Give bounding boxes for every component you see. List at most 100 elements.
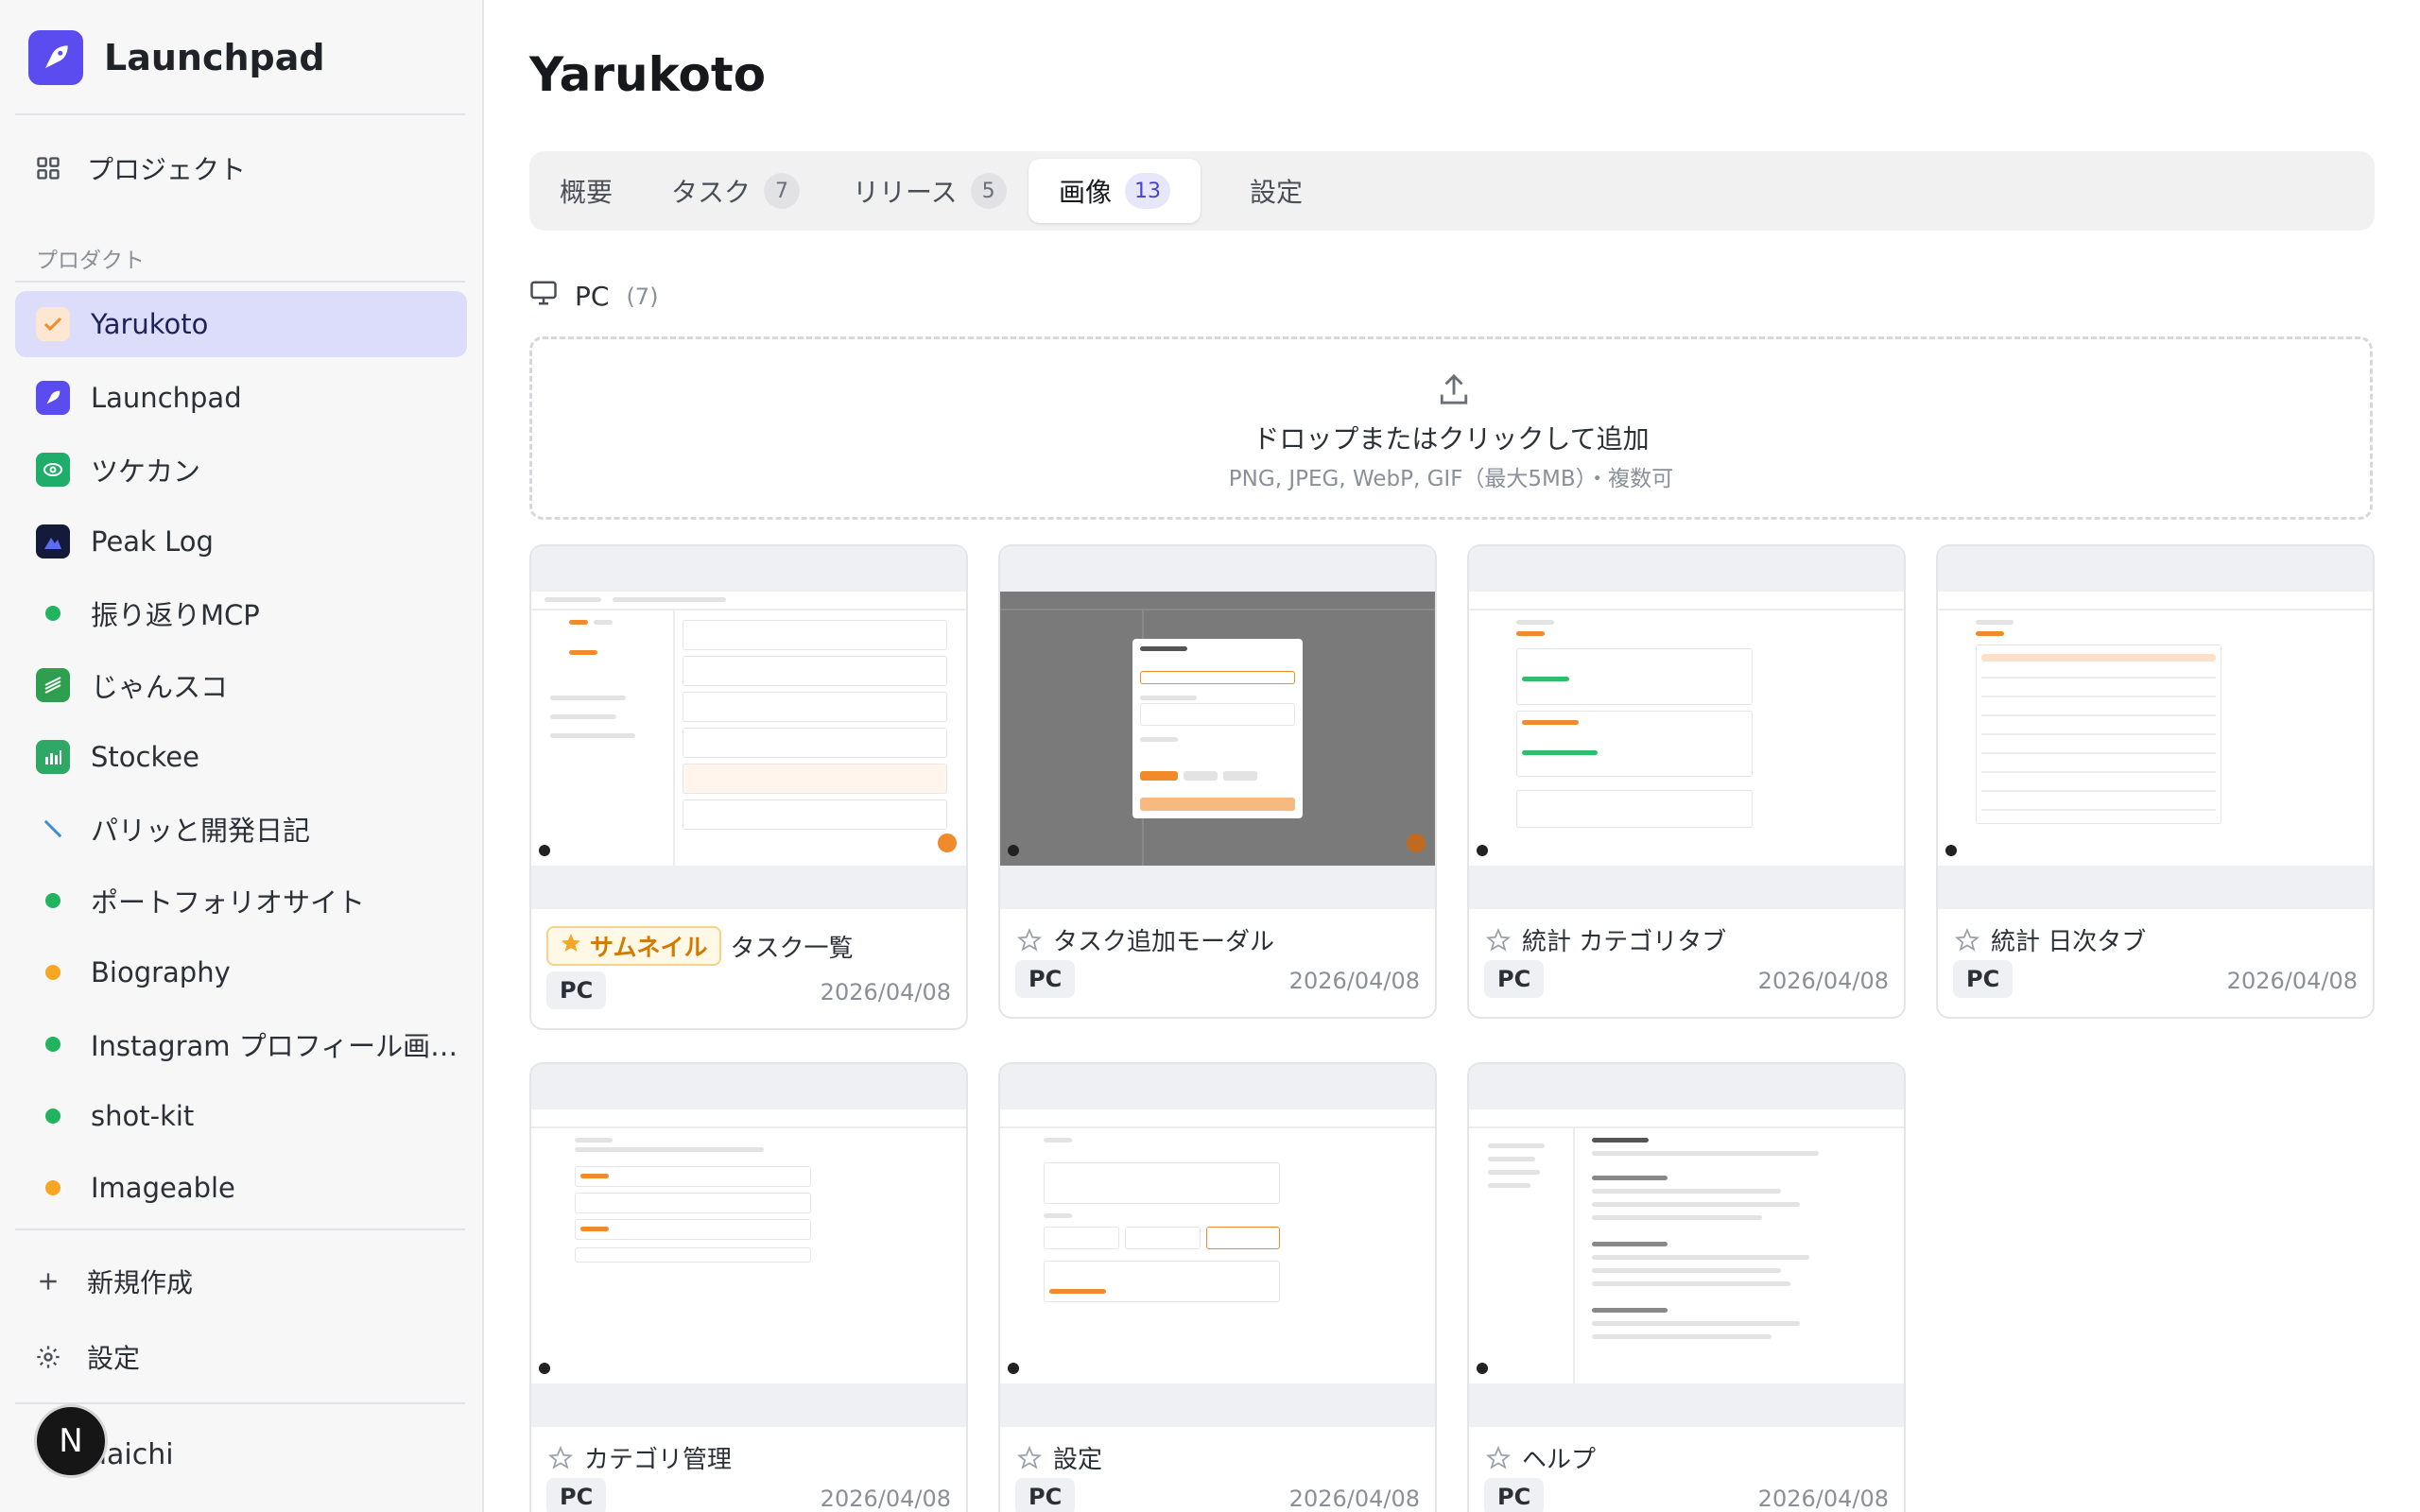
tab-releases[interactable]: リリース 5 [822, 159, 1037, 223]
image-thumbnail[interactable] [1000, 546, 1435, 909]
sidebar-item-jansco[interactable]: じゃんスコ [15, 652, 467, 718]
brand-name: Launchpad [104, 37, 325, 78]
new-project-button[interactable]: 新規作成 [34, 1263, 193, 1300]
sidebar-item-tsukekan[interactable]: ツケカン [15, 437, 467, 503]
brand[interactable]: Launchpad [28, 30, 325, 85]
screenshot-preview [1000, 1109, 1435, 1383]
tab-overview[interactable]: 概要 [529, 159, 643, 223]
star-outline-icon[interactable] [1484, 1444, 1512, 1472]
thumbnail-badge[interactable]: サムネイル [546, 926, 721, 966]
image-thumbnail[interactable] [1000, 1064, 1435, 1427]
card-date: 2026/04/08 [2226, 968, 2358, 994]
sidebar-item-paritto[interactable]: パリッと開発日記 [15, 796, 467, 862]
sidebar-item-instagram[interactable]: Instagram プロフィール画… [15, 1011, 467, 1077]
sidebar-item-label: ツケカン [91, 455, 201, 488]
new-project-label: 新規作成 [87, 1267, 194, 1298]
nav-projects[interactable]: プロジェクト [34, 149, 246, 187]
tab-label: 概要 [560, 177, 614, 208]
card-title-row: タスク追加モーダル [1015, 922, 1274, 957]
sidebar-item-label: Yarukoto [91, 308, 209, 340]
sidebar-item-furikaeri-mcp[interactable]: 振り返りMCP [15, 580, 467, 646]
sidebar-item-stockee[interactable]: Stockee [15, 724, 467, 790]
device-tag: PC [1484, 960, 1545, 998]
card-title-row: 統計 カテゴリタブ [1484, 922, 1726, 957]
sidebar-item-label: Peak Log [91, 525, 214, 558]
status-dot-icon [45, 965, 60, 980]
sidebar-item-imageable[interactable]: Imageable [15, 1155, 467, 1221]
image-card[interactable]: 統計 日次タブ PC 2026/04/08 [1936, 544, 2375, 1019]
rocket-icon [28, 30, 83, 85]
card-date: 2026/04/08 [1288, 1486, 1420, 1512]
image-thumbnail[interactable] [531, 1064, 966, 1427]
sidebar-item-label: Imageable [91, 1172, 235, 1204]
card-date: 2026/04/08 [820, 1486, 951, 1512]
sidebar: Launchpad プロジェクト プロダクト Yarukoto Launchpa… [0, 0, 484, 1512]
image-card[interactable]: ヘルプ PC 2026/04/08 [1467, 1062, 1906, 1512]
sidebar-item-label: Biography [91, 956, 231, 988]
image-thumbnail[interactable] [1469, 546, 1904, 909]
divider [15, 1402, 465, 1404]
status-dot-icon [45, 1037, 60, 1052]
status-dot-icon [45, 893, 60, 908]
sidebar-item-label: shot-kit [91, 1100, 195, 1132]
tab-count: 7 [764, 173, 801, 209]
sidebar-item-label: Launchpad [91, 382, 242, 414]
section-header: PC (7) [529, 280, 658, 313]
divider [15, 1228, 465, 1230]
settings-label: 設定 [87, 1343, 141, 1374]
star-outline-icon[interactable] [546, 1444, 575, 1472]
image-thumbnail[interactable] [1938, 546, 2373, 909]
card-title-row: サムネイル タスク一覧 [546, 926, 854, 966]
avatar[interactable]: N [34, 1404, 108, 1478]
peaklog-icon [36, 524, 70, 558]
tab-label: リリース [853, 177, 958, 208]
image-card[interactable]: 設定 PC 2026/04/08 [998, 1062, 1437, 1512]
image-thumbnail[interactable] [1469, 1064, 1904, 1427]
card-title: 統計 カテゴリタブ [1522, 928, 1727, 956]
star-outline-icon[interactable] [1484, 926, 1512, 954]
image-card[interactable]: 統計 カテゴリタブ PC 2026/04/08 [1467, 544, 1906, 1019]
launchpad-icon [36, 381, 70, 415]
tsukekan-icon [36, 453, 70, 487]
sidebar-item-label: Instagram プロフィール画… [91, 1030, 458, 1062]
plus-icon [34, 1267, 62, 1296]
sidebar-item-biography[interactable]: Biography [15, 939, 467, 1005]
divider [15, 281, 465, 283]
sidebar-item-launchpad[interactable]: Launchpad [15, 365, 467, 431]
status-dot-icon [45, 606, 60, 621]
divider [15, 113, 465, 115]
star-outline-icon[interactable] [1015, 926, 1044, 954]
card-title: タスク一覧 [730, 934, 854, 963]
card-title-row: カテゴリ管理 [546, 1440, 732, 1475]
upload-dropzone[interactable]: ドロップまたはクリックして追加 PNG, JPEG, WebP, GIF（最大5… [529, 336, 2373, 520]
device-tag: PC [1015, 1478, 1076, 1512]
tab-label: タスク [671, 177, 752, 208]
tab-bar: 概要 タスク 7 リリース 5 画像 13 設定 [529, 151, 2375, 231]
tab-tasks[interactable]: タスク 7 [641, 159, 830, 223]
nav-projects-label: プロジェクト [87, 154, 247, 185]
card-title: カテゴリ管理 [584, 1446, 733, 1474]
sidebar-item-yarukoto[interactable]: Yarukoto [15, 291, 467, 357]
sidebar-item-label: パリッと開発日記 [91, 815, 311, 847]
status-dot-icon [45, 1108, 60, 1124]
tab-label: 画像 [1059, 177, 1113, 208]
section-label: プロダクト [36, 249, 145, 273]
screenshot-preview [531, 592, 966, 866]
card-title: ヘルプ [1522, 1446, 1597, 1474]
device-tag: PC [1015, 960, 1076, 998]
image-thumbnail[interactable] [531, 546, 966, 909]
star-outline-icon[interactable] [1015, 1444, 1044, 1472]
sidebar-item-portfolio[interactable]: ポートフォリオサイト [15, 868, 467, 934]
star-filled-icon [560, 932, 582, 960]
card-title: タスク追加モーダル [1053, 928, 1275, 956]
sidebar-item-peaklog[interactable]: Peak Log [15, 508, 467, 575]
image-card[interactable]: タスク追加モーダル PC 2026/04/08 [998, 544, 1437, 1019]
settings-button[interactable]: 設定 [34, 1338, 140, 1376]
star-outline-icon[interactable] [1953, 926, 1981, 954]
screenshot-preview [1000, 592, 1435, 866]
image-card[interactable]: カテゴリ管理 PC 2026/04/08 [529, 1062, 968, 1512]
image-card[interactable]: サムネイル タスク一覧 PC 2026/04/08 [529, 544, 968, 1030]
tab-images[interactable]: 画像 13 [1028, 159, 1201, 223]
tab-settings[interactable]: 設定 [1219, 159, 1333, 223]
sidebar-item-shotkit[interactable]: shot-kit [15, 1083, 467, 1149]
